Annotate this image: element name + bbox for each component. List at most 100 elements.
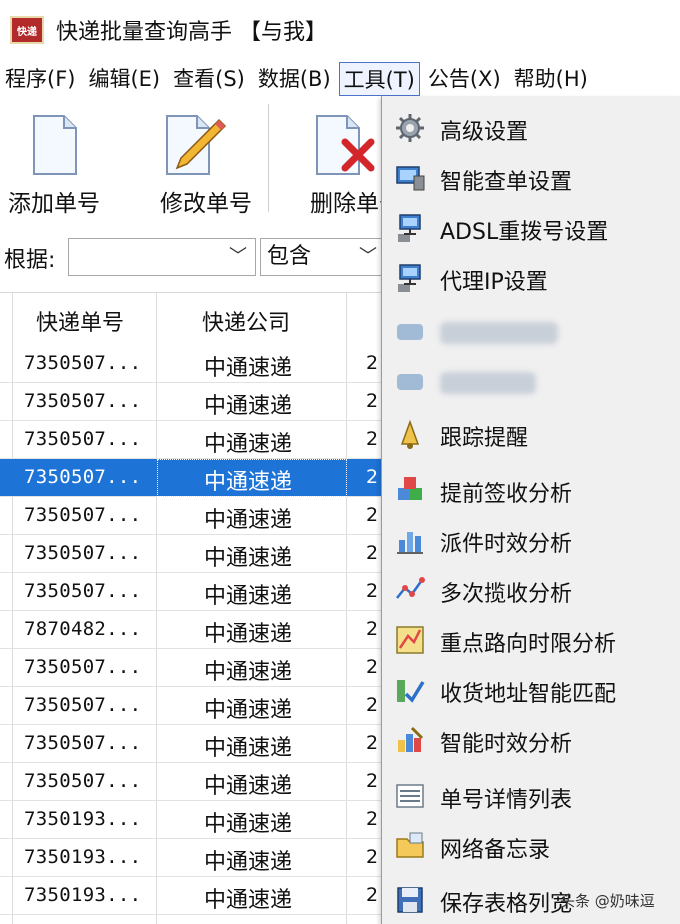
table-row[interactable]: 7350193... 中通速递 2 (0, 839, 385, 877)
bar-chart-icon (394, 524, 426, 556)
tools-menu-item[interactable]: 多次揽收分析 (382, 568, 680, 612)
blurred-icon (394, 366, 426, 398)
window-title: 快递批量查询高手 【与我】 (56, 20, 327, 45)
blurred-icon (394, 316, 426, 348)
menu-edit[interactable]: 编辑(E) (83, 62, 165, 96)
date-cell-partial: 2 (366, 390, 379, 412)
tools-menu-item-label: ADSL重拨号设置 (440, 220, 609, 245)
tools-menu-item[interactable]: 重点路向时限分析 (382, 618, 680, 662)
courier-company-cell: 中通速递 (204, 850, 293, 875)
tools-menu-item[interactable] (382, 310, 680, 354)
courier-company-cell: 中通速递 (204, 660, 293, 685)
tools-menu-item[interactable]: 跟踪提醒 (382, 412, 680, 456)
table-header: 快递单号 快递公司 (0, 293, 385, 345)
filter-match-select[interactable]: 包含 ﹀ (260, 238, 385, 276)
filter-field-select[interactable]: ﹀ (68, 238, 256, 276)
table-row[interactable]: 7350193... 中通速递 2 (0, 801, 385, 839)
tracking-number-cell: 7350193... (24, 846, 142, 868)
table-row[interactable]: 7350507... 中通速递 2 (0, 497, 385, 535)
tools-menu-item-label: 智能时效分析 (440, 732, 573, 757)
courier-company-cell: 中通速递 (204, 888, 293, 913)
tools-menu-item[interactable]: ADSL重拨号设置 (382, 206, 680, 250)
date-cell-partial: 2 (366, 770, 379, 792)
toolbar-separator (268, 104, 269, 212)
tools-menu-item-label: 派件时效分析 (440, 532, 573, 557)
cubes-icon (394, 474, 426, 506)
table-row[interactable]: 7350507... 中通速递 2 (0, 421, 385, 459)
table-row[interactable]: 7350507... 中通速递 2 (0, 687, 385, 725)
line-chart-icon (394, 574, 426, 606)
table-row[interactable]: 7350507... 中通速递 2 (0, 345, 385, 383)
courier-company-cell: 中通速递 (204, 432, 293, 457)
table-row[interactable]: 7350507... 中通速递 2 (0, 383, 385, 421)
gear-icon (394, 112, 426, 144)
tools-menu-item[interactable]: 收货地址智能匹配 (382, 668, 680, 712)
tools-menu-item-label: 提前签收分析 (440, 482, 573, 507)
monitor-icon (394, 162, 426, 194)
tools-dropdown-menu: 高级设置智能查单设置 ADSL重拨号设置代理IP设置 跟踪提醒提前签收分析 派件时效分… (381, 96, 680, 924)
tools-menu-item-label: 多次揽收分析 (440, 582, 573, 607)
date-cell-partial: 2 (366, 542, 379, 564)
tracking-number-cell: 7350507... (24, 466, 142, 488)
list-icon (394, 780, 426, 812)
column-header-tracking-number[interactable]: 快递单号 (36, 305, 124, 337)
tracking-number-cell: 7350507... (24, 694, 142, 716)
tracking-number-cell: 7350507... (24, 352, 142, 374)
date-cell-partial: 2 (366, 580, 379, 602)
tools-menu-item-label: 收货地址智能匹配 (440, 682, 617, 707)
redacted-label (440, 372, 536, 394)
tracking-number-cell: 7350193... (24, 808, 142, 830)
tools-menu-item[interactable]: 智能查单设置 (382, 156, 680, 200)
tools-menu-item[interactable]: 高级设置 (382, 106, 680, 150)
table-row[interactable]: 7350507... 中通速递 2 (0, 649, 385, 687)
table-row[interactable]: 7350507... 中通速递 2 (0, 573, 385, 611)
tracking-number-cell: 7350507... (24, 542, 142, 564)
date-cell-partial: 2 (366, 466, 379, 488)
courier-company-cell: 中通速递 (204, 736, 293, 761)
table-row[interactable]: 7870482... 中通速递 2 (0, 611, 385, 649)
menu-bar: 程序(F) 编辑(E) 查看(S) 数据(B) 工具(T) 公告(X) 帮助(H… (0, 60, 680, 98)
bell-icon (394, 418, 426, 450)
menu-help[interactable]: 帮助(H) (509, 62, 593, 96)
tools-menu-item[interactable]: 单号详情列表 (382, 774, 680, 818)
filter-match-value: 包含 (267, 244, 312, 269)
tools-menu-item[interactable]: 代理IP设置 (382, 256, 680, 300)
courier-company-cell: 中通速递 (204, 698, 293, 723)
tracking-number-cell: 7350507... (24, 580, 142, 602)
date-cell-partial: 2 (366, 618, 379, 640)
edit-number-button[interactable]: 修改单号 (140, 110, 252, 220)
focus-outline (157, 459, 347, 497)
match-icon (394, 674, 426, 706)
tracking-number-cell: 7350507... (24, 656, 142, 678)
tools-menu-item[interactable]: 提前签收分析 (382, 468, 680, 512)
date-cell-partial: 2 (366, 808, 379, 830)
tracking-number-cell: 7350507... (24, 504, 142, 526)
menu-data[interactable]: 数据(B) (253, 62, 336, 96)
column-header-courier-company[interactable]: 快递公司 (202, 305, 290, 337)
redacted-label (440, 322, 558, 344)
title-bar: 快递 快递批量查询高手 【与我】 (0, 0, 680, 60)
table-row[interactable]: 7350193... 中通速递 2 (0, 877, 385, 915)
tools-menu-item[interactable]: 派件时效分析 (382, 518, 680, 562)
toolbar: 添加单号 修改单号 删除单号 (0, 98, 402, 228)
table-row[interactable]: 7350507... 中通速递 2 (0, 535, 385, 573)
table-row[interactable]: 7350507... 中通速递 2 (0, 763, 385, 801)
date-cell-partial: 2 (366, 504, 379, 526)
menu-notice[interactable]: 公告(X) (423, 62, 506, 96)
tools-menu-item-label: 网络备忘录 (440, 838, 551, 863)
menu-tools[interactable]: 工具(T) (338, 62, 420, 96)
tools-menu-item-label: 高级设置 (440, 120, 529, 145)
tools-menu-item-label: 保存表格列宽 (440, 892, 573, 917)
tools-menu-item[interactable] (382, 360, 680, 404)
courier-company-cell: 中通速递 (204, 356, 293, 381)
map-icon (394, 624, 426, 656)
menu-view[interactable]: 查看(S) (168, 62, 250, 96)
table-row[interactable]: 7350507... 中通速递 2 (0, 725, 385, 763)
menu-program[interactable]: 程序(F) (0, 62, 80, 96)
add-number-button[interactable]: 添加单号 (0, 110, 110, 220)
tools-menu-item[interactable]: 网络备忘录 (382, 824, 680, 868)
table-row[interactable]: 7350507... 中通速递 2 (0, 459, 385, 497)
tracking-number-cell: 7350507... (24, 732, 142, 754)
courier-company-cell: 中通速递 (204, 546, 293, 571)
tools-menu-item[interactable]: 智能时效分析 (382, 718, 680, 762)
